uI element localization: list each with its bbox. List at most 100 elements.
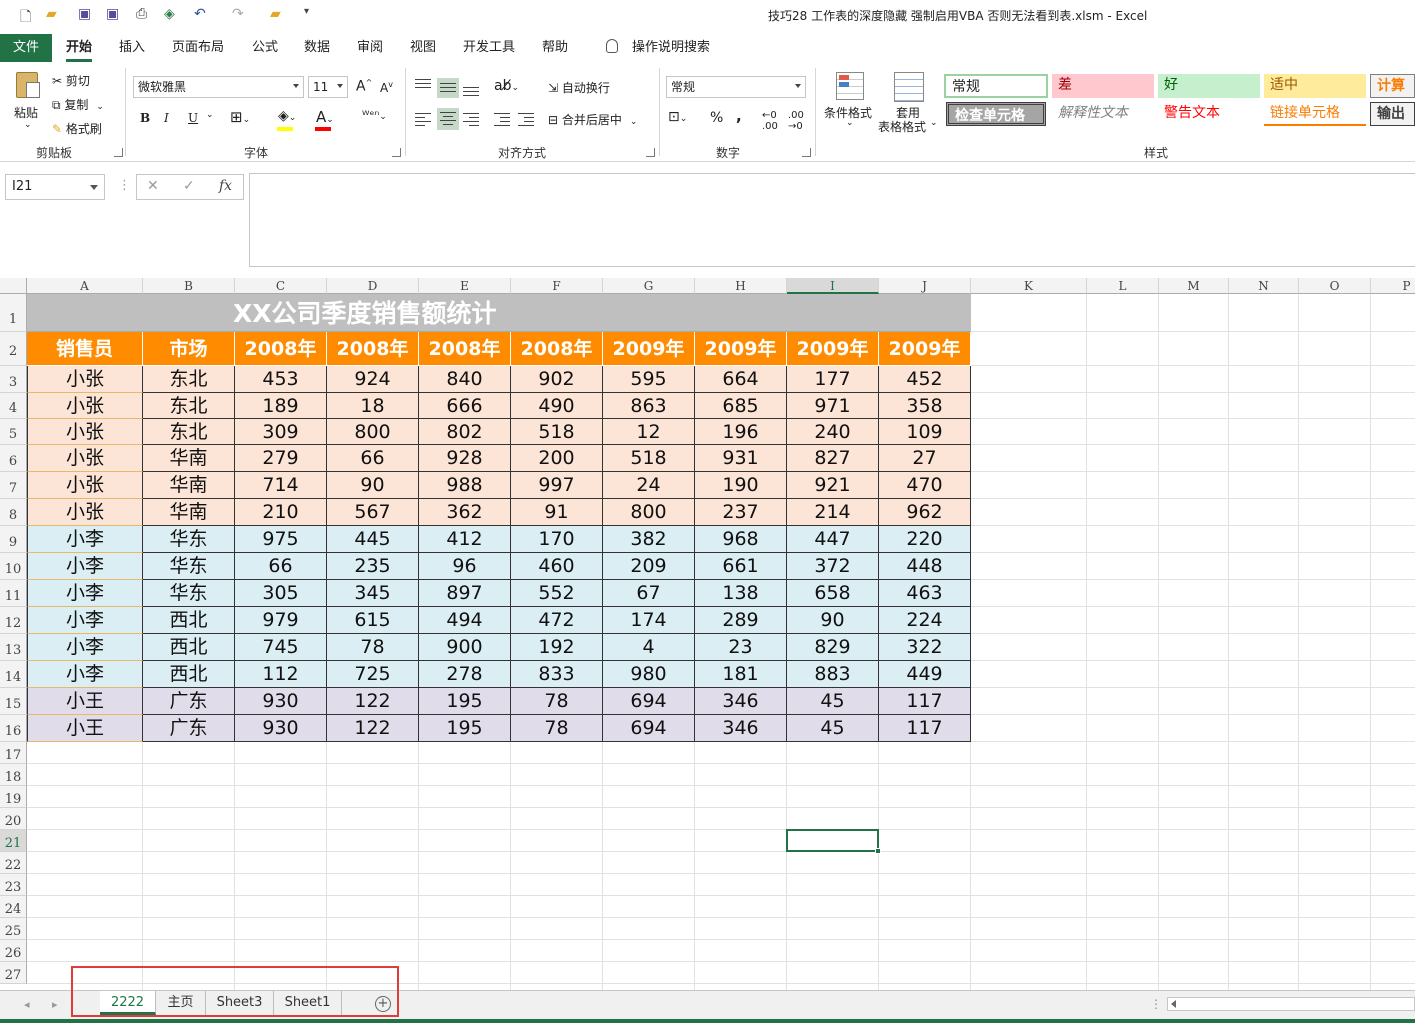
style-warning[interactable]: 警告文本 (1158, 102, 1260, 126)
sales-value-cell[interactable]: 117 (879, 688, 971, 715)
market-cell[interactable]: 东北 (143, 366, 235, 393)
sales-value-cell[interactable]: 725 (327, 661, 419, 688)
sales-value-cell[interactable]: 346 (695, 688, 787, 715)
sales-value-cell[interactable]: 322 (879, 634, 971, 661)
sales-value-cell[interactable]: 518 (603, 445, 695, 472)
header-cell[interactable]: 2009年 (695, 332, 787, 366)
sales-value-cell[interactable]: 237 (695, 499, 787, 526)
bold-button[interactable]: B (140, 111, 150, 125)
row-header-1[interactable]: 1 (0, 294, 27, 332)
style-neutral[interactable]: 适中 (1264, 74, 1366, 98)
tab-data[interactable]: 数据 (304, 34, 330, 62)
select-all-corner[interactable] (0, 278, 27, 294)
row-header-9[interactable]: 9 (0, 526, 27, 553)
copy-button[interactable]: ⧉ 复制 ⌄ (52, 96, 104, 113)
sales-value-cell[interactable]: 174 (603, 607, 695, 634)
sales-value-cell[interactable]: 309 (235, 419, 327, 445)
sales-value-cell[interactable]: 463 (879, 580, 971, 607)
sales-value-cell[interactable]: 694 (603, 715, 695, 742)
open-folder-icon[interactable]: ▰ (46, 6, 57, 22)
sales-value-cell[interactable]: 997 (511, 472, 603, 499)
market-cell[interactable]: 西北 (143, 607, 235, 634)
italic-button[interactable]: I (164, 111, 169, 125)
sales-value-cell[interactable]: 96 (419, 553, 511, 580)
align-bottom-icon[interactable] (463, 82, 479, 96)
scroll-left-icon[interactable] (1171, 1000, 1176, 1008)
row-header-3[interactable]: 3 (0, 366, 27, 393)
header-cell[interactable]: 2009年 (603, 332, 695, 366)
folder-icon[interactable]: ▰ (270, 6, 281, 22)
sales-value-cell[interactable]: 800 (603, 499, 695, 526)
font-launcher-icon[interactable] (392, 148, 401, 157)
row-header-21[interactable]: 21 (0, 830, 27, 852)
sales-value-cell[interactable]: 518 (511, 419, 603, 445)
row-header-4[interactable]: 4 (0, 393, 27, 419)
tab-help[interactable]: 帮助 (542, 34, 568, 62)
header-cell[interactable]: 2008年 (511, 332, 603, 366)
tab-developer[interactable]: 开发工具 (463, 34, 515, 62)
sales-value-cell[interactable]: 279 (235, 445, 327, 472)
row-header-15[interactable]: 15 (0, 688, 27, 715)
sales-value-cell[interactable]: 382 (603, 526, 695, 553)
sales-value-cell[interactable]: 931 (695, 445, 787, 472)
customize-qat-icon[interactable]: ▾ (304, 6, 309, 17)
row-header-18[interactable]: 18 (0, 764, 27, 786)
sales-value-cell[interactable]: 235 (327, 553, 419, 580)
row-header-17[interactable]: 17 (0, 742, 27, 764)
market-cell[interactable]: 东北 (143, 419, 235, 445)
row-header-27[interactable]: 27 (0, 962, 27, 984)
align-center-icon[interactable] (437, 108, 459, 130)
market-cell[interactable]: 华东 (143, 580, 235, 607)
percent-button[interactable]: % (710, 110, 723, 126)
row-header-5[interactable]: 5 (0, 419, 27, 445)
sales-value-cell[interactable]: 278 (419, 661, 511, 688)
style-calculation[interactable]: 计算 (1370, 74, 1415, 98)
paste-button[interactable]: 粘贴 (14, 104, 38, 121)
column-header-k[interactable]: K (971, 278, 1087, 294)
sales-value-cell[interactable]: 122 (327, 715, 419, 742)
sales-value-cell[interactable]: 195 (419, 715, 511, 742)
row-header-14[interactable]: 14 (0, 661, 27, 688)
style-linked-cell[interactable]: 链接单元格 (1264, 102, 1366, 126)
sales-value-cell[interactable]: 685 (695, 393, 787, 419)
row-header-22[interactable]: 22 (0, 852, 27, 874)
sales-value-cell[interactable]: 170 (511, 526, 603, 553)
cut-button[interactable]: ✂ 剪切 (52, 72, 90, 89)
sales-value-cell[interactable]: 448 (879, 553, 971, 580)
sales-value-cell[interactable]: 66 (327, 445, 419, 472)
sales-value-cell[interactable]: 658 (787, 580, 879, 607)
salesperson-cell[interactable]: 小王 (27, 688, 143, 715)
sales-value-cell[interactable]: 78 (511, 715, 603, 742)
sheet-tab-sheet1[interactable]: Sheet1 (274, 991, 342, 1015)
market-cell[interactable]: 华南 (143, 499, 235, 526)
salesperson-cell[interactable]: 小李 (27, 553, 143, 580)
sales-value-cell[interactable]: 447 (787, 526, 879, 553)
number-launcher-icon[interactable] (802, 148, 811, 157)
paste-icon[interactable] (12, 70, 44, 100)
row-header-19[interactable]: 19 (0, 786, 27, 808)
row-header-10[interactable]: 10 (0, 553, 27, 580)
sales-value-cell[interactable]: 196 (695, 419, 787, 445)
salesperson-cell[interactable]: 小张 (27, 499, 143, 526)
decrease-decimal-icon[interactable]: .00 →0 (788, 110, 804, 132)
style-check-cell[interactable]: 检查单元格 (946, 102, 1046, 126)
market-cell[interactable]: 华南 (143, 472, 235, 499)
tab-page-layout[interactable]: 页面布局 (172, 34, 224, 62)
salesperson-cell[interactable]: 小李 (27, 526, 143, 553)
sales-value-cell[interactable]: 445 (327, 526, 419, 553)
fill-color-icon[interactable]: ◈⌄ (278, 108, 296, 124)
table-format-icon[interactable] (894, 72, 924, 102)
sales-value-cell[interactable]: 190 (695, 472, 787, 499)
sales-value-cell[interactable]: 962 (879, 499, 971, 526)
sheet-tab-sheet3[interactable]: Sheet3 (206, 991, 274, 1015)
sales-value-cell[interactable]: 200 (511, 445, 603, 472)
market-cell[interactable]: 广东 (143, 688, 235, 715)
sales-value-cell[interactable]: 122 (327, 688, 419, 715)
header-cell[interactable]: 2009年 (787, 332, 879, 366)
number-format-select[interactable]: 常规 (666, 76, 806, 98)
sales-value-cell[interactable]: 595 (603, 366, 695, 393)
worksheet-grid[interactable]: ABCDEFGHIJKLMNOP 1 2 3 4 5 6 7 8 9 10 11 12 13 14 15 16… (0, 278, 1415, 990)
column-header-p[interactable]: P (1371, 278, 1415, 294)
horizontal-scrollbar[interactable] (1167, 997, 1415, 1011)
market-cell[interactable]: 西北 (143, 661, 235, 688)
